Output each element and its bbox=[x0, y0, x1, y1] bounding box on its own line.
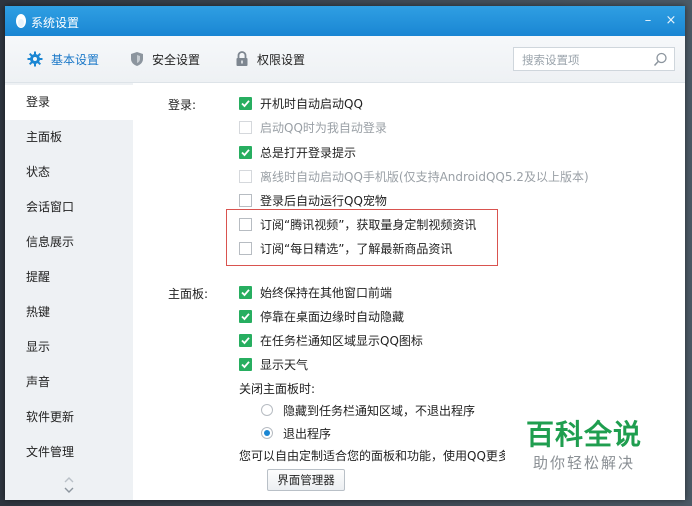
option-always-on-top[interactable]: 始终保持在其他窗口前端 bbox=[239, 283, 392, 301]
sidebar: 登录 主面板 状态 会话窗口 信息展示 提醒 热键 显示 声音 软件更新 文件管… bbox=[5, 83, 133, 500]
watermark-logo: 百科全说 助你轻松解决 bbox=[514, 418, 654, 474]
sidebar-item-file-management[interactable]: 文件管理 bbox=[5, 435, 133, 470]
tab-bar: 基本设置 安全设置 权限设置 bbox=[5, 36, 685, 83]
option-label: 订阅“腾讯视频”，获取量身定制视频资讯 bbox=[260, 217, 477, 232]
option-label: 总是打开登录提示 bbox=[260, 145, 357, 160]
sidebar-item-reminders[interactable]: 提醒 bbox=[5, 260, 133, 295]
checkbox-checked[interactable] bbox=[239, 357, 252, 371]
interface-manager-button[interactable]: 界面管理器 bbox=[267, 469, 345, 491]
sidebar-item-sound[interactable]: 声音 bbox=[5, 365, 133, 400]
tab-security-settings[interactable]: 安全设置 bbox=[130, 50, 200, 68]
option-tray-icon[interactable]: 在任务栏通知区域显示QQ图标 bbox=[239, 331, 423, 349]
option-auto-hide[interactable]: 停靠在桌面边缘时自动隐藏 bbox=[239, 307, 404, 325]
tab-basic-settings[interactable]: 基本设置 bbox=[27, 50, 99, 68]
settings-window: 系统设置 – × 基本设置 安全设置 权限设置 搜索设置项 登录 主面板 状态 … bbox=[5, 6, 685, 500]
watermark-brand: 百科全说 bbox=[525, 418, 642, 451]
checkbox-disabled bbox=[239, 120, 252, 134]
close-panel-label: 关闭主面板时: bbox=[239, 382, 316, 396]
option-label: 显示天气 bbox=[260, 357, 309, 372]
radio-button-selected[interactable] bbox=[261, 427, 273, 439]
checkbox-checked[interactable] bbox=[239, 309, 252, 323]
panel-section-label: 主面板: bbox=[168, 287, 209, 301]
scroll-chevron-icon[interactable] bbox=[61, 475, 77, 495]
option-label: 开机时自动启动QQ bbox=[260, 96, 363, 111]
radio-button[interactable] bbox=[261, 404, 273, 416]
checkbox-disabled bbox=[239, 169, 252, 183]
gear-icon bbox=[27, 51, 43, 67]
option-label: 始终保持在其他窗口前端 bbox=[260, 285, 393, 300]
option-show-weather[interactable]: 显示天气 bbox=[239, 355, 308, 373]
sidebar-item-chat-window[interactable]: 会话窗口 bbox=[5, 190, 133, 225]
sidebar-item-display[interactable]: 显示 bbox=[5, 330, 133, 365]
checkbox-checked[interactable] bbox=[239, 333, 252, 347]
option-label: 退出程序 bbox=[283, 426, 332, 441]
lock-icon bbox=[236, 51, 248, 66]
option-label: 离线时自动启动QQ手机版(仅支持AndroidQQ5.2及以上版本) bbox=[260, 169, 589, 184]
sidebar-item-login[interactable]: 登录 bbox=[5, 85, 133, 120]
option-label: 订阅“每日精选”，了解最新商品资讯 bbox=[260, 241, 453, 256]
customize-hint-text: 您可以自由定制适合您的面板和功能，使用QQ更多 bbox=[239, 449, 505, 463]
window-title: 系统设置 bbox=[31, 16, 80, 30]
option-label: 登录后自动运行QQ宠物 bbox=[260, 193, 387, 208]
sidebar-item-hotkeys[interactable]: 热键 bbox=[5, 295, 133, 330]
sidebar-item-main-panel[interactable]: 主面板 bbox=[5, 120, 133, 155]
search-input[interactable] bbox=[520, 51, 654, 69]
tab-permission-settings[interactable]: 权限设置 bbox=[235, 50, 305, 68]
login-section-label: 登录: bbox=[168, 98, 197, 112]
option-qq-pet[interactable]: 登录后自动运行QQ宠物 bbox=[239, 191, 387, 209]
tab-label: 安全设置 bbox=[152, 52, 201, 67]
checkbox-unchecked[interactable] bbox=[239, 193, 252, 207]
option-label: 停靠在桌面边缘时自动隐藏 bbox=[260, 309, 405, 324]
sidebar-item-info-display[interactable]: 信息展示 bbox=[5, 225, 133, 260]
minimize-button[interactable]: – bbox=[639, 12, 657, 30]
checkbox-unchecked[interactable] bbox=[239, 241, 252, 255]
checkbox-checked[interactable] bbox=[239, 145, 252, 159]
tab-label: 基本设置 bbox=[51, 52, 100, 67]
search-icon[interactable] bbox=[653, 52, 668, 67]
option-label: 隐藏到任务栏通知区域，不退出程序 bbox=[283, 403, 476, 418]
option-label: 在任务栏通知区域显示QQ图标 bbox=[260, 333, 423, 348]
option-subscribe-daily-picks[interactable]: 订阅“每日精选”，了解最新商品资讯 bbox=[239, 239, 452, 257]
radio-option-hide-to-tray[interactable]: 隐藏到任务栏通知区域，不退出程序 bbox=[261, 401, 475, 419]
qq-penguin-icon bbox=[16, 14, 26, 28]
option-subscribe-tencent-video[interactable]: 订阅“腾讯视频”，获取量身定制视频资讯 bbox=[239, 215, 476, 233]
sidebar-item-status[interactable]: 状态 bbox=[5, 155, 133, 190]
title-bar[interactable]: 系统设置 – × bbox=[5, 6, 685, 36]
option-label: 启动QQ时为我自动登录 bbox=[260, 120, 387, 135]
close-button[interactable]: × bbox=[662, 12, 680, 30]
sidebar-item-software-update[interactable]: 软件更新 bbox=[5, 400, 133, 435]
shield-icon bbox=[131, 52, 143, 66]
option-auto-login: 启动QQ时为我自动登录 bbox=[239, 118, 387, 136]
watermark-subtitle: 助你轻松解决 bbox=[532, 454, 635, 472]
radio-option-exit-program[interactable]: 退出程序 bbox=[261, 424, 331, 442]
checkbox-checked[interactable] bbox=[239, 285, 252, 299]
checkbox-unchecked[interactable] bbox=[239, 217, 252, 231]
checkbox-checked[interactable] bbox=[239, 96, 252, 110]
option-auto-start[interactable]: 开机时自动启动QQ bbox=[239, 94, 363, 112]
option-offline-mobile: 离线时自动启动QQ手机版(仅支持AndroidQQ5.2及以上版本) bbox=[239, 167, 589, 185]
search-box[interactable] bbox=[513, 47, 675, 71]
tab-label: 权限设置 bbox=[257, 52, 306, 67]
option-login-tips[interactable]: 总是打开登录提示 bbox=[239, 143, 356, 161]
